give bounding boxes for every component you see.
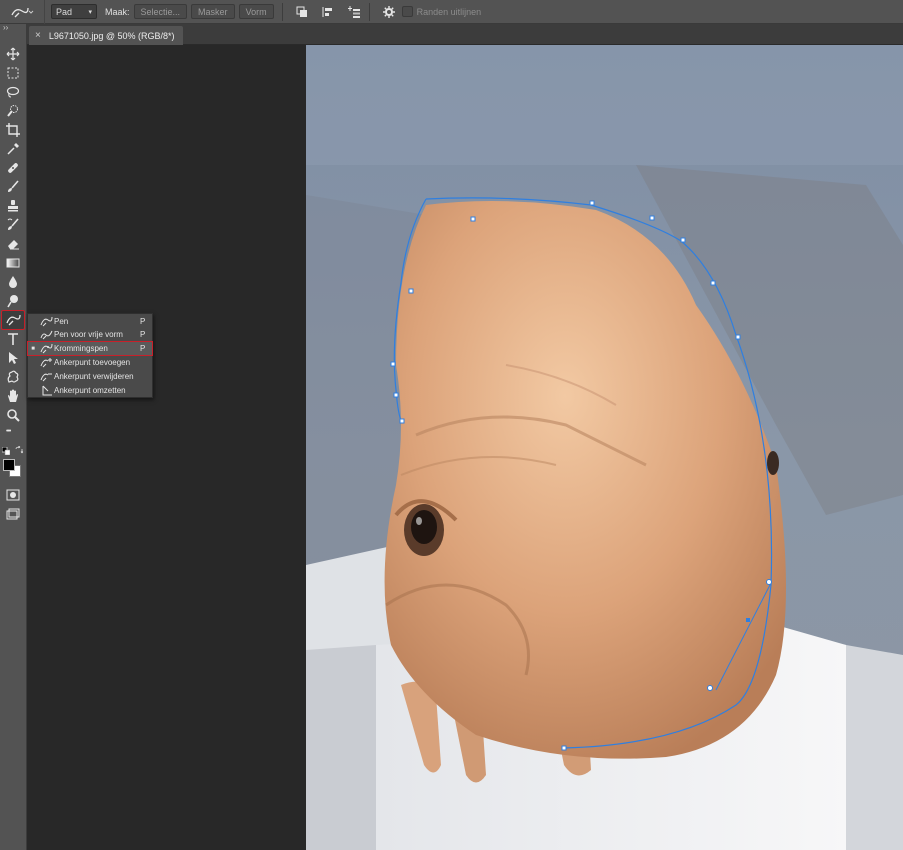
more-tools-button[interactable]: ••• <box>6 428 11 435</box>
flyout-item-delete-anchor[interactable]: Ankerpunt verwijderen <box>28 370 152 383</box>
move-tool[interactable] <box>2 45 24 63</box>
make-label: Maak: <box>105 6 130 17</box>
swap-colors-icon[interactable] <box>15 446 23 454</box>
photo-render <box>306 45 903 850</box>
marquee-tool[interactable] <box>2 64 24 82</box>
pen-icon <box>6 314 21 326</box>
shape-button[interactable]: Vorm <box>238 4 274 19</box>
path-alignment-icon <box>322 6 332 17</box>
zoom-icon <box>7 409 20 422</box>
blur-icon <box>9 276 17 288</box>
brush-icon <box>8 180 19 192</box>
quick-selection-icon <box>7 105 18 117</box>
path-operations-icon <box>296 6 307 17</box>
tool-preset-picker[interactable] <box>0 0 45 24</box>
eyedropper-icon <box>7 143 19 155</box>
align-edges-checkbox[interactable] <box>401 6 413 17</box>
type-tool[interactable] <box>2 330 24 348</box>
divider <box>368 2 370 21</box>
marquee-icon <box>7 67 19 79</box>
eraser-tool[interactable] <box>2 235 24 253</box>
history-brush-tool[interactable] <box>2 216 24 234</box>
curvature-pen-icon <box>11 7 34 17</box>
eyedropper-tool[interactable] <box>2 140 24 158</box>
crop-tool[interactable] <box>2 121 24 139</box>
settings-button[interactable] <box>382 5 396 19</box>
flyout-item-convert-anchor[interactable]: Ankerpunt omzetten <box>28 384 152 397</box>
custom-shape-icon <box>7 370 19 383</box>
healing-brush-tool[interactable] <box>2 159 24 177</box>
document-title: L9671050.jpg @ 50% (RGB/8*) <box>48 30 175 41</box>
blur-tool[interactable] <box>2 273 24 291</box>
pen-icon <box>40 316 52 327</box>
freeform-pen-icon <box>40 330 52 340</box>
quick-mask-icon <box>6 489 20 501</box>
tools-panel: ›› ••• <box>0 23 27 850</box>
path-selection-icon <box>9 352 18 364</box>
dodge-icon <box>7 295 18 308</box>
path-operations-button[interactable] <box>295 5 309 19</box>
clone-stamp-icon <box>8 200 18 212</box>
screen-mode-button[interactable] <box>2 505 24 523</box>
custom-shape-tool[interactable] <box>2 368 24 386</box>
selection-button[interactable]: Selectie... <box>133 4 188 19</box>
gear-icon <box>382 5 395 18</box>
toolbar-collapse-button[interactable]: ›› <box>3 23 8 32</box>
mask-button[interactable]: Masker <box>191 4 235 19</box>
screen-mode-icon <box>6 508 20 520</box>
type-icon <box>8 333 18 345</box>
lasso-icon <box>6 86 20 98</box>
eraser-icon <box>8 240 19 250</box>
healing-brush-icon <box>8 163 18 173</box>
pen-tool-flyout: Pen P Pen voor vrije vorm P ■ Krommingsp… <box>27 313 153 398</box>
flyout-item-pen[interactable]: Pen P <box>28 315 152 328</box>
default-colors-icon <box>2 447 10 455</box>
align-edges-label: Randen uitlijnen <box>416 6 482 17</box>
divider <box>281 2 283 21</box>
lasso-tool[interactable] <box>2 83 24 101</box>
add-anchor-point-icon <box>40 358 52 368</box>
document-tab-bar: × L9671050.jpg @ 50% (RGB/8*) <box>27 24 903 45</box>
hand-tool[interactable] <box>2 387 24 405</box>
convert-anchor-point-icon <box>42 385 52 396</box>
close-icon[interactable]: × <box>35 30 41 41</box>
options-bar: Pad ▾ Maak: Selectie... Masker Vorm Rand… <box>0 0 903 24</box>
flyout-item-curvature-pen[interactable]: ■ Krommingspen P <box>27 341 153 356</box>
dodge-tool[interactable] <box>2 292 24 310</box>
mode-dropdown-value: Pad <box>56 6 73 17</box>
clone-stamp-tool[interactable] <box>2 197 24 215</box>
path-selection-tool[interactable] <box>2 349 24 367</box>
crop-icon <box>6 123 20 137</box>
gradient-tool[interactable] <box>2 254 24 272</box>
flyout-item-freeform-pen[interactable]: Pen voor vrije vorm P <box>28 328 152 341</box>
quick-mask-button[interactable] <box>2 486 24 504</box>
document-image[interactable] <box>306 45 903 850</box>
mode-dropdown[interactable]: Pad ▾ <box>51 4 97 19</box>
chevron-down-icon: ▾ <box>88 8 92 16</box>
path-arrangement-icon <box>347 5 360 18</box>
path-alignment-button[interactable] <box>321 5 335 19</box>
canvas-area[interactable] <box>27 45 903 850</box>
pen-tool[interactable] <box>1 310 25 330</box>
flyout-item-add-anchor[interactable]: Ankerpunt toevoegen <box>28 356 152 369</box>
gradient-icon <box>6 258 20 268</box>
move-icon <box>6 47 20 61</box>
curvature-pen-icon <box>40 343 52 354</box>
path-arrangement-button[interactable] <box>347 5 361 19</box>
document-tab[interactable]: × L9671050.jpg @ 50% (RGB/8*) <box>29 26 183 45</box>
foreground-color-swatch[interactable] <box>3 459 15 471</box>
quick-selection-tool[interactable] <box>2 102 24 120</box>
history-brush-icon <box>7 218 19 230</box>
hand-icon <box>8 389 18 402</box>
delete-anchor-point-icon <box>40 373 52 382</box>
zoom-tool[interactable] <box>2 406 24 424</box>
brush-tool[interactable] <box>2 178 24 196</box>
